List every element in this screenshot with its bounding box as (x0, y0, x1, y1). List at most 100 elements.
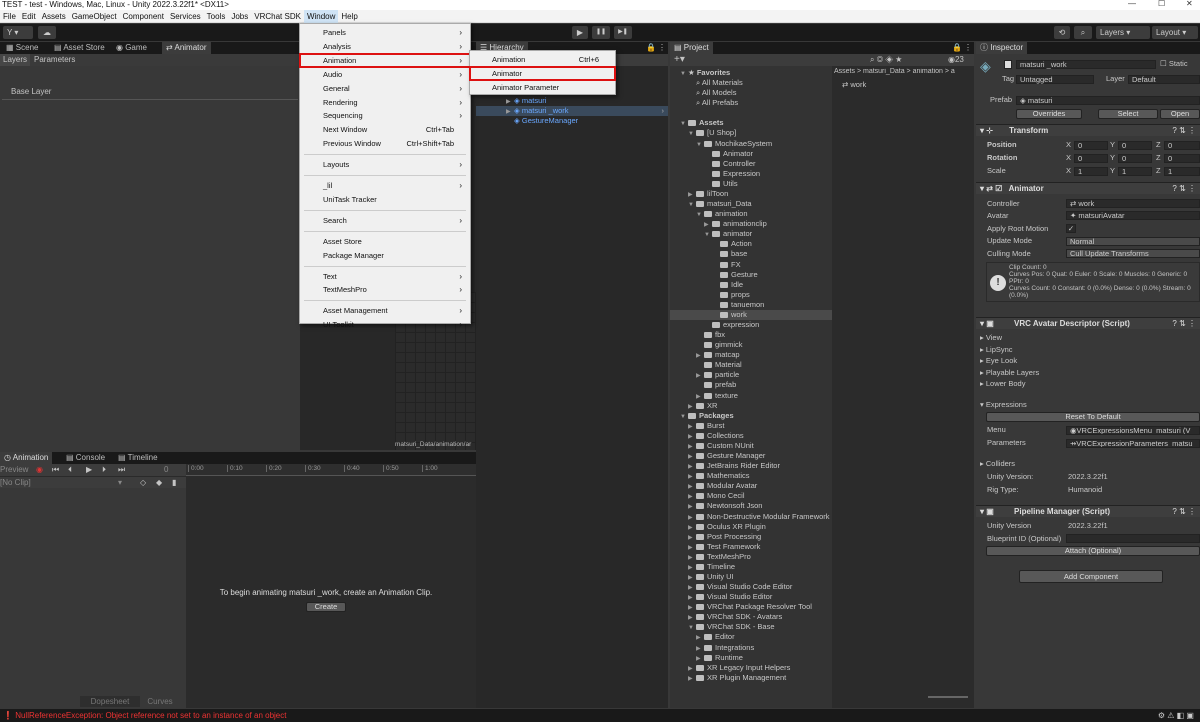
vrc-foldout[interactable]: ▸ Lower Body (980, 379, 1025, 389)
transform-x-field[interactable]: 0 (1074, 141, 1108, 150)
create-clip-button[interactable]: Create (306, 602, 346, 612)
project-tree-item[interactable]: ▶ VRChat Package Resolver Tool (670, 602, 832, 612)
play-anim-icon[interactable]: ▶ (86, 464, 92, 476)
project-tree-item[interactable]: Animator (670, 149, 832, 159)
first-key-icon[interactable]: ⏮ (52, 464, 59, 476)
tab-animation[interactable]: ◷ Animation (0, 452, 53, 464)
menu-help[interactable]: Help (338, 10, 360, 23)
tab-timeline[interactable]: ▤ Timeline (114, 452, 162, 464)
window-menu-item[interactable]: Layouts › (300, 158, 470, 171)
update-mode-dropdown[interactable]: Normal (1066, 237, 1200, 246)
window-menu-item[interactable]: Next Window Ctrl+Tab (300, 123, 470, 136)
avatar-field[interactable]: ✦ matsuriAvatar (1066, 211, 1200, 220)
add-event-icon[interactable]: ◆ (156, 477, 162, 489)
base-layer-row[interactable]: Base Layer (2, 84, 298, 100)
transform-z-field[interactable]: 1 (1164, 167, 1200, 176)
project-tree-item[interactable]: ▶ Visual Studio Editor (670, 592, 832, 602)
animation-submenu-item[interactable]: Animation Ctrl+6 (470, 53, 615, 66)
project-tree-item[interactable]: ▶ TextMeshPro (670, 552, 832, 562)
tag-dropdown[interactable]: Untagged (1016, 75, 1094, 84)
project-tree-item[interactable]: ▶ Oculus XR Plugin (670, 522, 832, 532)
status-message[interactable]: NullReferenceException: Object reference… (15, 711, 286, 720)
window-menu-item[interactable]: Audio › (300, 68, 470, 81)
frame-field[interactable]: 0 (164, 464, 168, 476)
zoom-slider[interactable] (928, 696, 968, 698)
animation-submenu-item[interactable]: Animator (469, 66, 616, 81)
project-tree-item[interactable]: ▶ XR (670, 401, 832, 411)
add-component-button[interactable]: Add Component (1019, 570, 1163, 583)
window-menu-item[interactable]: Panels › (300, 26, 470, 39)
prev-key-icon[interactable]: ⏴ (68, 464, 72, 476)
tab-game[interactable]: ◉ Game (112, 42, 151, 54)
reset-to-default-button[interactable]: Reset To Default (986, 412, 1200, 422)
project-tree-item[interactable]: ▼ VRChat SDK - Base (670, 622, 832, 632)
project-tree-item[interactable]: ▶ Timeline (670, 562, 832, 572)
close-window-button[interactable]: ✕ (1186, 0, 1193, 9)
project-tree-item[interactable]: ▼ animator (670, 229, 832, 239)
hierarchy-item[interactable]: ▶ ◈ matsuri (506, 96, 546, 106)
project-tree-item[interactable]: Utils (670, 179, 832, 189)
project-tree-item[interactable]: ▶ XR Plugin Management (670, 673, 832, 683)
menu-edit[interactable]: Edit (19, 10, 39, 23)
project-tree-item[interactable]: ⌕ All Materials (670, 78, 832, 88)
project-tree-item[interactable]: ▶ Unity UI (670, 572, 832, 582)
vrc-foldout[interactable]: ▸ LipSync (980, 345, 1013, 355)
tab-scene[interactable]: ▦ Scene (2, 42, 42, 54)
parameters-tab[interactable]: Parameters (32, 54, 77, 66)
project-tree-item[interactable]: ▶ Burst (670, 421, 832, 431)
transform-y-field[interactable]: 0 (1118, 141, 1152, 150)
project-tree-item[interactable]: ▶ Modular Avatar (670, 481, 832, 491)
clip-dropdown-arrow-icon[interactable]: ▾ (118, 477, 122, 489)
window-menu-item[interactable]: Analysis › (300, 40, 470, 53)
project-tree-item[interactable]: ▼ Assets (670, 118, 832, 128)
tab-inspector[interactable]: ⓘ Inspector (976, 42, 1028, 54)
blueprint-id-field[interactable] (1066, 534, 1200, 543)
project-tree-item[interactable]: ▶ Post Processing (670, 532, 832, 542)
menu-jobs[interactable]: Jobs (228, 10, 251, 23)
project-tree-item[interactable]: props (670, 290, 832, 300)
project-tree-item[interactable]: ▼ MochikaeSystem (670, 139, 832, 149)
search-icon[interactable]: ⌕ (1074, 26, 1092, 39)
window-menu-item[interactable]: Search › (300, 214, 470, 227)
window-menu-item[interactable]: Sequencing › (300, 109, 470, 122)
project-tree-item[interactable]: ▶ Test Framework (670, 542, 832, 552)
prefab-field[interactable]: ◈ matsuri (1016, 96, 1200, 105)
project-tree-item[interactable]: ▼ matsuri_Data (670, 199, 832, 209)
lock-icon[interactable]: 🔒 (646, 43, 656, 52)
project-tree-item[interactable]: ⌕ All Prefabs (670, 98, 832, 108)
project-tree-item[interactable]: ▶ Gesture Manager (670, 451, 832, 461)
transform-y-field[interactable]: 0 (1118, 154, 1152, 163)
pause-button[interactable]: ❚❚ (592, 26, 610, 39)
object-name-field[interactable]: matsuri _work (1016, 60, 1156, 69)
root-motion-checkbox[interactable]: ✓ (1066, 224, 1076, 233)
project-tree-item[interactable]: ▶ JetBrains Rider Editor (670, 461, 832, 471)
project-tree-item[interactable]: ▼ Packages (670, 411, 832, 421)
parameters-field[interactable]: ⇸VRCExpressionParameters_matsu (1066, 439, 1200, 448)
transform-z-field[interactable]: 0 (1164, 154, 1200, 163)
project-tree-item[interactable]: ▶ Integrations (670, 643, 832, 653)
project-tree-item[interactable]: Gesture (670, 270, 832, 280)
account-button[interactable]: Y ▾ (3, 26, 33, 39)
menu-window[interactable]: Window (303, 10, 339, 23)
project-tree-item[interactable]: ▶ Runtime (670, 653, 832, 663)
project-tree-item[interactable]: ▶ Newtonsoft Json (670, 501, 832, 511)
layout-dropdown[interactable]: Layout ▾ (1152, 26, 1198, 39)
component-menu-icon[interactable]: ? ⇅ ⋮ (1172, 183, 1196, 195)
window-menu-item[interactable]: Text › (300, 270, 470, 283)
project-tree-item[interactable]: ▼ animation (670, 209, 832, 219)
project-tree-item[interactable]: ▶ Visual Studio Code Editor (670, 582, 832, 592)
project-tree-item[interactable]: FX (670, 260, 832, 270)
static-checkbox[interactable]: ☐ Static (1160, 59, 1188, 69)
pipeline-header[interactable]: ▾ ▣ Pipeline Manager (Script)? ⇅ ⋮ (976, 505, 1200, 517)
record-icon[interactable]: ◉ (36, 464, 43, 476)
window-menu-item[interactable]: Asset Store (300, 235, 470, 248)
window-menu-item[interactable]: Animation › (299, 52, 471, 68)
controller-field[interactable]: ⇄ work (1066, 199, 1200, 208)
project-tree-item[interactable]: base (670, 249, 832, 259)
project-tree-item[interactable]: ▶ Non-Destructive Modular Framework (670, 512, 832, 522)
transform-x-field[interactable]: 1 (1074, 167, 1108, 176)
active-checkbox[interactable] (1004, 60, 1012, 69)
project-tree-item[interactable]: ▶ Editor (670, 632, 832, 642)
window-menu-item[interactable]: Package Manager (300, 249, 470, 262)
expressions-foldout[interactable]: ▾ Expressions (980, 400, 1027, 410)
